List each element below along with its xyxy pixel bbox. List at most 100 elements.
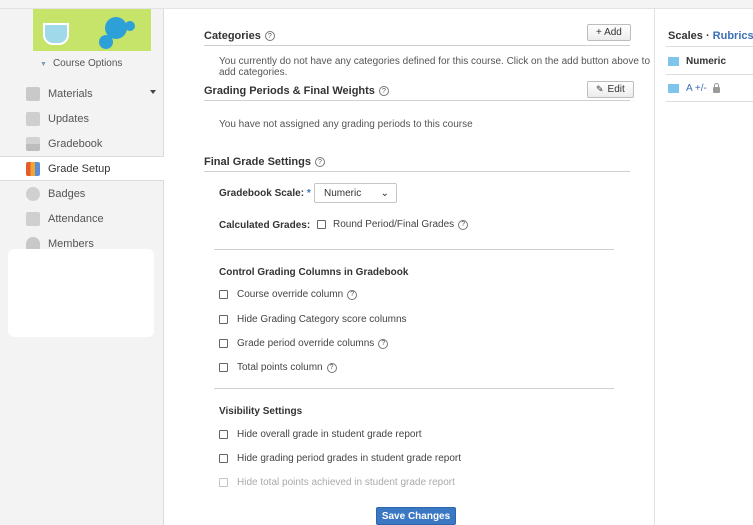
grade-period-override-label: Grade period override columns ? — [237, 338, 389, 349]
divider — [214, 388, 614, 389]
final-grade-title: Final Grade Settings — [204, 156, 311, 168]
total-points-label: Total points column ? — [237, 362, 337, 373]
gradebook-scale-label: Gradebook Scale: * — [219, 188, 311, 199]
sidebar-item-label: Gradebook — [48, 137, 103, 150]
divider — [666, 101, 753, 102]
hide-overall-grade-checkbox[interactable] — [219, 430, 228, 439]
sidebar-item-attendance[interactable]: Attendance — [0, 206, 164, 231]
help-icon[interactable]: ? — [326, 362, 337, 373]
sidebar-item-label: Attendance — [48, 212, 104, 225]
scale-item-label: Numeric — [686, 56, 727, 67]
scale-swatch-icon — [668, 57, 679, 66]
round-grades-text: Round Period/Final Grades — [333, 219, 455, 230]
updates-icon — [26, 111, 40, 126]
course-override-text: Course override column — [237, 289, 344, 300]
categories-title: Categories — [204, 30, 261, 42]
sidebar-item-label: Badges — [48, 187, 86, 200]
help-icon[interactable]: ? — [378, 338, 389, 349]
categories-empty-line1: You currently do not have any categories… — [219, 56, 651, 67]
course-override-checkbox[interactable] — [219, 290, 228, 299]
sidebar-item-materials[interactable]: Materials — [0, 81, 164, 106]
edit-label: Edit — [607, 84, 625, 95]
grade-period-override-checkbox[interactable] — [219, 339, 228, 348]
hide-period-grades-label: Hide grading period grades in student gr… — [237, 453, 462, 464]
top-bar — [0, 0, 753, 9]
hide-total-points-label: Hide total points achieved in student gr… — [237, 477, 455, 488]
sidebar-item-label: Grade Setup — [48, 162, 111, 175]
grading-periods-title: Grading Periods & Final Weights — [204, 85, 375, 97]
grading-periods-empty-text: You have not assigned any grading period… — [219, 119, 473, 130]
control-columns-title: Control Grading Columns in Gradebook — [219, 267, 409, 278]
molecule-icon — [105, 17, 127, 39]
divider — [204, 100, 630, 101]
hide-category-columns-checkbox[interactable] — [219, 315, 228, 324]
edit-grading-periods-button[interactable]: ✎ Edit — [587, 81, 634, 98]
pencil-icon: ✎ — [596, 84, 604, 94]
divider — [666, 46, 753, 47]
sidebar-item-updates[interactable]: Updates — [0, 106, 164, 131]
gradebook-scale-value: Numeric — [324, 187, 362, 199]
grade-setup-main: Categories ? + Add You currently do not … — [164, 9, 654, 525]
gradebook-scale-select[interactable]: Numeric ⌄ — [314, 183, 397, 203]
gradebook-icon — [26, 136, 40, 151]
categories-empty-text: You currently do not have any categories… — [219, 56, 650, 78]
lock-icon — [712, 82, 720, 93]
redacted-block — [8, 249, 154, 337]
course-options-label: Course Options — [52, 58, 123, 69]
caret-down-icon[interactable] — [150, 90, 156, 94]
course-nav: Materials Updates Gradebook Grade Setup … — [0, 81, 164, 256]
attendance-icon — [26, 211, 40, 226]
total-points-text: Total points column — [237, 362, 323, 373]
course-override-label: Course override column ? — [237, 289, 358, 300]
scales-tab[interactable]: Scales — [668, 30, 703, 42]
triangle-down-icon: ▼ — [40, 61, 47, 68]
divider — [204, 171, 630, 172]
scale-item-a-plus-minus[interactable]: A +/- — [668, 82, 720, 94]
separator-dot: · — [705, 30, 710, 42]
categories-empty-line2: add categories. — [219, 67, 288, 78]
sidebar-item-label: Updates — [48, 112, 89, 125]
course-sidebar: ▼ Course Options Materials Updates Gradeb… — [0, 9, 164, 525]
badges-icon — [26, 186, 40, 201]
save-changes-button[interactable]: Save Changes — [376, 507, 456, 525]
scale-swatch-icon — [668, 84, 679, 93]
materials-icon — [26, 86, 40, 101]
scales-rubrics-header: Scales · Rubrics — [668, 30, 753, 42]
grade-setup-icon — [26, 161, 40, 176]
help-icon[interactable]: ? — [264, 31, 275, 41]
round-grades-checkbox[interactable] — [317, 220, 326, 229]
scales-panel: Scales · Rubrics Numeric A +/- — [654, 9, 753, 525]
help-icon[interactable]: ? — [378, 86, 389, 96]
rubrics-link[interactable]: Rubrics — [713, 30, 753, 42]
add-category-button[interactable]: + Add — [587, 24, 631, 41]
sidebar-item-grade-setup[interactable]: Grade Setup — [0, 156, 164, 181]
divider — [666, 74, 753, 75]
help-icon[interactable]: ? — [347, 289, 358, 300]
visibility-title: Visibility Settings — [219, 406, 303, 417]
total-points-checkbox[interactable] — [219, 363, 228, 372]
grading-periods-heading: Grading Periods & Final Weights ? — [204, 85, 389, 97]
required-mark: * — [306, 188, 311, 199]
categories-heading: Categories ? — [204, 30, 275, 42]
sidebar-item-label: Materials — [48, 87, 93, 100]
divider — [204, 45, 630, 46]
help-icon[interactable]: ? — [458, 219, 469, 230]
flask-icon — [43, 23, 69, 45]
gradebook-scale-label-text: Gradebook Scale: — [219, 188, 305, 199]
calculated-grades-label: Calculated Grades: — [219, 220, 311, 231]
grade-period-override-text: Grade period override columns — [237, 338, 375, 349]
help-icon[interactable]: ? — [314, 157, 325, 167]
sidebar-item-label: Members — [48, 237, 94, 250]
course-options-toggle[interactable]: ▼ Course Options — [40, 58, 122, 69]
chevron-down-icon: ⌄ — [380, 188, 389, 199]
divider — [214, 249, 614, 250]
scale-item-numeric[interactable]: Numeric — [668, 56, 726, 67]
hide-total-points-checkbox — [219, 478, 228, 487]
hide-category-columns-label: Hide Grading Category score columns — [237, 314, 407, 325]
scale-item-label: A +/- — [686, 83, 707, 94]
hide-period-grades-checkbox[interactable] — [219, 454, 228, 463]
sidebar-item-badges[interactable]: Badges — [0, 181, 164, 206]
course-image[interactable] — [33, 9, 151, 51]
round-grades-label: Round Period/Final Grades ? — [333, 219, 469, 230]
sidebar-item-gradebook[interactable]: Gradebook — [0, 131, 164, 156]
